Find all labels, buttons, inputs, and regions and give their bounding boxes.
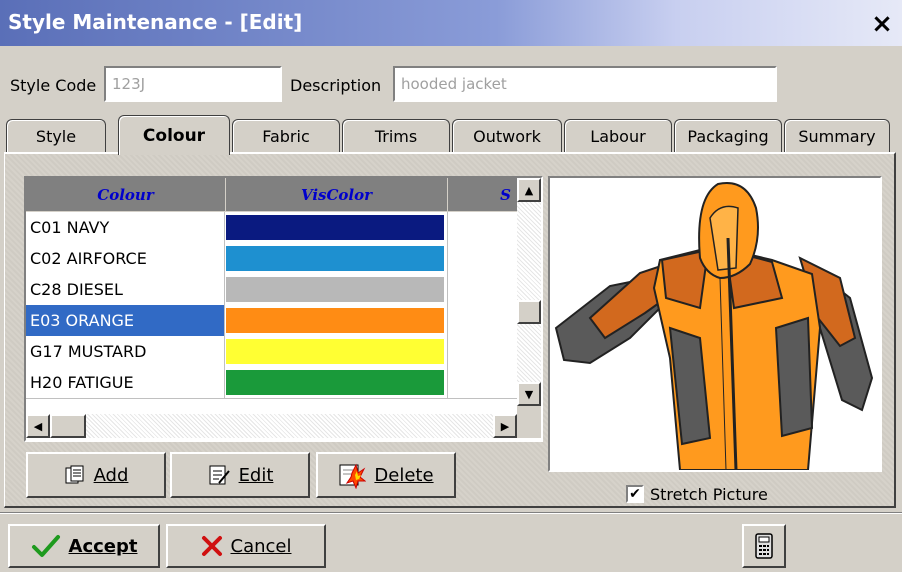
table-row[interactable]: G17 MUSTARD <box>26 336 517 368</box>
delete-button[interactable]: Delete <box>316 452 456 498</box>
tab-fabric[interactable]: Fabric <box>232 119 340 153</box>
cancel-button[interactable]: Cancel <box>166 524 326 568</box>
colour-grid[interactable]: Colour VisColor S C01 NAVY C02 AIRFORCE … <box>24 176 543 442</box>
accept-button-label: Accept <box>68 535 138 557</box>
delete-icon <box>339 463 367 489</box>
viscolor-swatch <box>226 339 444 364</box>
stretch-picture-checkbox-row[interactable]: ✔ Stretch Picture <box>626 482 768 506</box>
tab-outwork[interactable]: Outwork <box>452 119 562 153</box>
arrow-down-icon: ▼ <box>524 387 534 401</box>
checkmark-icon <box>31 535 60 557</box>
table-row-selected[interactable]: E03 ORANGE <box>26 305 517 337</box>
tab-trims[interactable]: Trims <box>342 119 450 153</box>
grid-body: C01 NAVY C02 AIRFORCE C28 DIESEL E03 ORA… <box>26 212 517 399</box>
scrollbar-corner <box>517 406 541 438</box>
tab-summary[interactable]: Summary <box>784 119 890 153</box>
column-divider <box>224 212 225 398</box>
jacket-image <box>554 182 874 470</box>
add-button[interactable]: Add <box>26 452 166 498</box>
window-title: Style Maintenance - [Edit] <box>8 10 303 34</box>
scroll-left-button[interactable]: ◀ <box>26 414 50 438</box>
viscolor-swatch <box>226 277 444 302</box>
stretch-picture-checkbox[interactable]: ✔ <box>626 485 644 503</box>
table-row[interactable]: H20 FATIGUE <box>26 367 517 399</box>
stretch-picture-label: Stretch Picture <box>650 484 768 504</box>
style-code-label: Style Code <box>10 76 97 95</box>
colour-cell: G17 MUSTARD <box>30 342 147 361</box>
hscroll-thumb[interactable] <box>50 414 86 438</box>
arrow-up-icon: ▲ <box>524 183 534 197</box>
viscolor-swatch <box>226 308 444 333</box>
viscolor-swatch <box>226 370 444 395</box>
horizontal-scrollbar[interactable]: ◀ ▶ <box>26 414 517 438</box>
edit-button[interactable]: Edit <box>170 452 310 498</box>
arrow-right-icon: ▶ <box>500 419 510 433</box>
column-divider <box>447 212 448 398</box>
viscolor-swatch <box>226 215 444 240</box>
title-bar: Style Maintenance - [Edit] × <box>0 0 902 46</box>
table-row[interactable]: C28 DIESEL <box>26 274 517 306</box>
delete-button-label: Delete <box>374 464 434 486</box>
add-icon <box>65 465 84 484</box>
close-icon: × <box>871 9 893 39</box>
vertical-scrollbar[interactable]: ▲ ▼ <box>517 178 541 406</box>
colour-cell: C02 AIRFORCE <box>30 249 147 268</box>
tab-colour[interactable]: Colour <box>118 115 230 155</box>
viscolor-swatch <box>226 246 444 271</box>
close-button[interactable]: × <box>870 9 894 39</box>
calculator-icon <box>755 533 773 559</box>
footer-separator <box>0 512 902 514</box>
picture-frame <box>548 176 882 472</box>
table-row[interactable]: C02 AIRFORCE <box>26 243 517 275</box>
scroll-up-button[interactable]: ▲ <box>517 178 541 202</box>
col-header-colour[interactable]: Colour <box>26 178 226 212</box>
scroll-right-button[interactable]: ▶ <box>493 414 517 438</box>
tab-packaging[interactable]: Packaging <box>674 119 782 153</box>
tab-style[interactable]: Style <box>6 119 106 153</box>
edit-button-label: Edit <box>238 464 274 486</box>
colour-cell: E03 ORANGE <box>30 311 135 330</box>
style-code-field[interactable]: 123J <box>104 66 282 102</box>
scroll-thumb[interactable] <box>517 300 541 324</box>
tab-labour[interactable]: Labour <box>564 119 672 153</box>
scroll-down-button[interactable]: ▼ <box>517 382 541 406</box>
calculator-button[interactable] <box>742 524 786 568</box>
table-row[interactable]: C01 NAVY <box>26 212 517 244</box>
colour-cell: C01 NAVY <box>30 218 110 237</box>
colour-cell: C28 DIESEL <box>30 280 123 299</box>
accept-button[interactable]: Accept <box>8 524 160 568</box>
description-label: Description <box>290 76 382 95</box>
colour-cell: H20 FATIGUE <box>30 373 134 392</box>
add-button-label: Add <box>93 464 129 486</box>
edit-icon <box>209 465 230 485</box>
description-field[interactable]: hooded jacket <box>393 66 777 102</box>
col-header-s[interactable]: S <box>448 178 518 212</box>
col-header-viscolor[interactable]: VisColor <box>226 178 448 212</box>
checkmark-icon: ✔ <box>629 486 641 502</box>
x-icon <box>201 536 222 556</box>
arrow-left-icon: ◀ <box>33 419 43 433</box>
cancel-button-label: Cancel <box>230 535 292 557</box>
